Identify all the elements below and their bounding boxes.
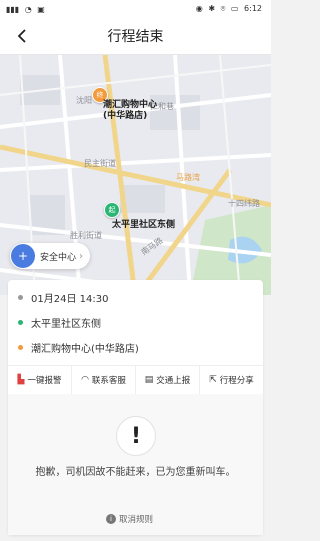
- origin-row: 太平里社区东侧: [18, 315, 101, 330]
- traffic-report-button[interactable]: ▤ 交通上报: [136, 366, 200, 394]
- alarm-icon: ▙: [17, 375, 25, 385]
- trip-datetime: 01月24日 14:30: [31, 294, 109, 305]
- safety-center-button[interactable]: + 安全中心 ›: [10, 243, 90, 269]
- share-icon: ⇱: [209, 375, 217, 385]
- map-label-shiwu: 十四纬路: [228, 199, 260, 208]
- destination-poi-line2: (中华路店): [103, 111, 148, 121]
- trip-time-row: 01月24日 14:30: [18, 290, 108, 305]
- traffic-report-label: 交通上报: [156, 376, 191, 386]
- share-trip-button[interactable]: ⇱ 行程分享: [200, 366, 263, 394]
- map-label-minzhu: 民主街道: [84, 159, 116, 168]
- cancel-rules-label: 取消规则: [119, 515, 154, 525]
- location-icon: ⌾: [220, 4, 226, 13]
- app-notification-icon: ▣: [37, 4, 45, 14]
- notice-message: 抱歉，司机因故不能赶来，已为您重新叫车。: [35, 467, 236, 478]
- signal-icon: ▮▮▮: [6, 4, 20, 14]
- wifi-icon: ◔: [24, 4, 32, 14]
- emergency-alarm-label: 一键报警: [27, 376, 62, 386]
- origin-pin-label: 起: [108, 206, 116, 214]
- chevron-right-icon: ›: [79, 250, 84, 262]
- safety-center-label: 安全中心: [40, 252, 77, 263]
- back-arrow-icon: [17, 29, 26, 43]
- share-trip-label: 行程分享: [219, 376, 254, 386]
- nfc-icon: ◉: [195, 4, 203, 13]
- emergency-alarm-button[interactable]: ▙ 一键报警: [8, 366, 72, 394]
- headset-icon: ◠: [81, 375, 89, 385]
- map-label-madao: 马路湾: [176, 173, 200, 182]
- cancel-notice: ! 抱歉，司机因故不能赶来，已为您重新叫车。 i 取消规则: [8, 394, 263, 535]
- destination-row: 潮汇购物中心(中华路店): [18, 340, 139, 355]
- shield-plus-icon: +: [11, 244, 35, 268]
- info-icon: i: [106, 514, 116, 524]
- contact-support-label: 联系客服: [91, 376, 126, 386]
- map-label-shengli: 胜利街道: [70, 231, 102, 240]
- battery-icon: ▭: [230, 4, 239, 13]
- destination-pin-label: 终: [96, 91, 104, 99]
- status-left: ▮▮▮ ◔ ▣: [6, 5, 48, 14]
- destination-poi-line1: 潮汇购物中心: [103, 100, 158, 110]
- destination-text: 潮汇购物中心(中华路店): [31, 344, 139, 355]
- report-icon: ▤: [144, 375, 154, 385]
- map-label-shenyang: 沈阳: [76, 96, 92, 105]
- origin-text: 太平里社区东侧: [31, 319, 101, 330]
- contact-support-button[interactable]: ◠ 联系客服: [72, 366, 136, 394]
- origin-poi: 太平里社区东侧: [112, 220, 176, 230]
- status-time: 6:12: [244, 4, 262, 13]
- nav-bar: 行程结束: [0, 18, 271, 55]
- status-right: ◉ ✱ ⌾ ▭ 6:12: [196, 4, 265, 14]
- bluetooth-icon: ✱: [208, 4, 216, 13]
- origin-dot-icon: [18, 320, 23, 325]
- action-bar: ▙ 一键报警 ◠ 联系客服 ▤ 交通上报 ⇱ 行程分享: [8, 366, 263, 394]
- page-title: 行程结束: [107, 29, 164, 45]
- cancel-rules-link[interactable]: i 取消规则: [106, 513, 153, 525]
- origin-pin-icon: 起: [104, 202, 120, 218]
- status-bar: ▮▮▮ ◔ ▣ ◉ ✱ ⌾ ▭ 6:12: [0, 0, 271, 18]
- clock-dot-icon: [18, 295, 23, 300]
- trip-card: 01月24日 14:30 太平里社区东侧 潮汇购物中心(中华路店) ▙ 一键报警…: [8, 280, 263, 535]
- back-button[interactable]: [10, 24, 34, 48]
- destination-dot-icon: [18, 345, 23, 350]
- destination-poi: 潮汇购物中心 (中华路店): [103, 100, 157, 122]
- exclamation-icon: !: [116, 416, 156, 456]
